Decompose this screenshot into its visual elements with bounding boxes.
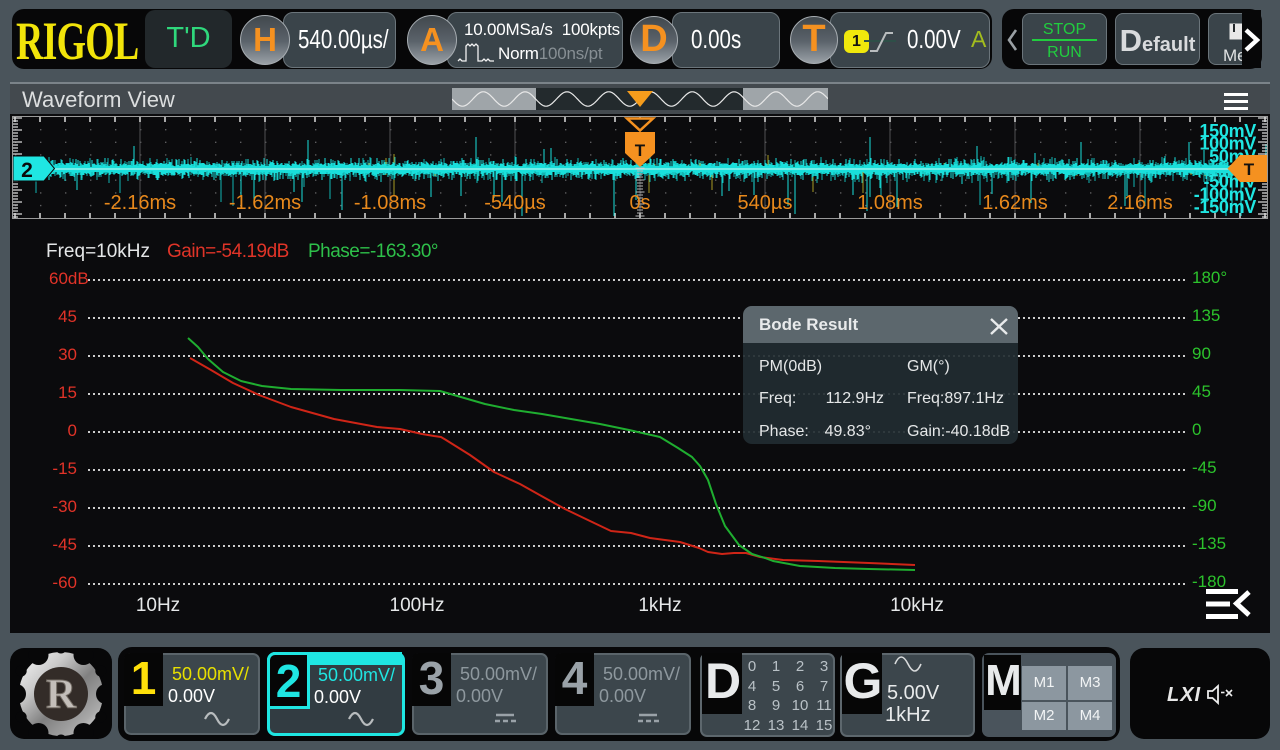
svg-text:-180: -180	[1192, 572, 1226, 591]
svg-text:0: 0	[1192, 420, 1201, 439]
svg-text:90: 90	[1192, 344, 1211, 363]
svg-text:180°: 180°	[1192, 268, 1227, 287]
svg-text:-15: -15	[52, 459, 77, 478]
svg-text:0: 0	[68, 421, 77, 440]
svg-text:-45: -45	[52, 535, 77, 554]
svg-text:-60: -60	[52, 573, 77, 592]
svg-text:30: 30	[58, 345, 77, 364]
svg-text:1kHz: 1kHz	[638, 595, 681, 616]
svg-text:R: R	[46, 672, 77, 718]
svg-text:45: 45	[58, 307, 77, 326]
svg-text:-45: -45	[1192, 458, 1217, 477]
svg-text:-30: -30	[52, 497, 77, 516]
svg-text:-90: -90	[1192, 496, 1217, 515]
svg-text:45: 45	[1192, 382, 1211, 401]
svg-text:-135: -135	[1192, 534, 1226, 553]
svg-text:10Hz: 10Hz	[136, 595, 180, 616]
svg-text:10kHz: 10kHz	[890, 595, 944, 616]
svg-text:100Hz: 100Hz	[390, 595, 445, 616]
svg-text:60dB: 60dB	[49, 269, 89, 288]
svg-text:135: 135	[1192, 306, 1220, 325]
svg-text:15: 15	[58, 383, 77, 402]
